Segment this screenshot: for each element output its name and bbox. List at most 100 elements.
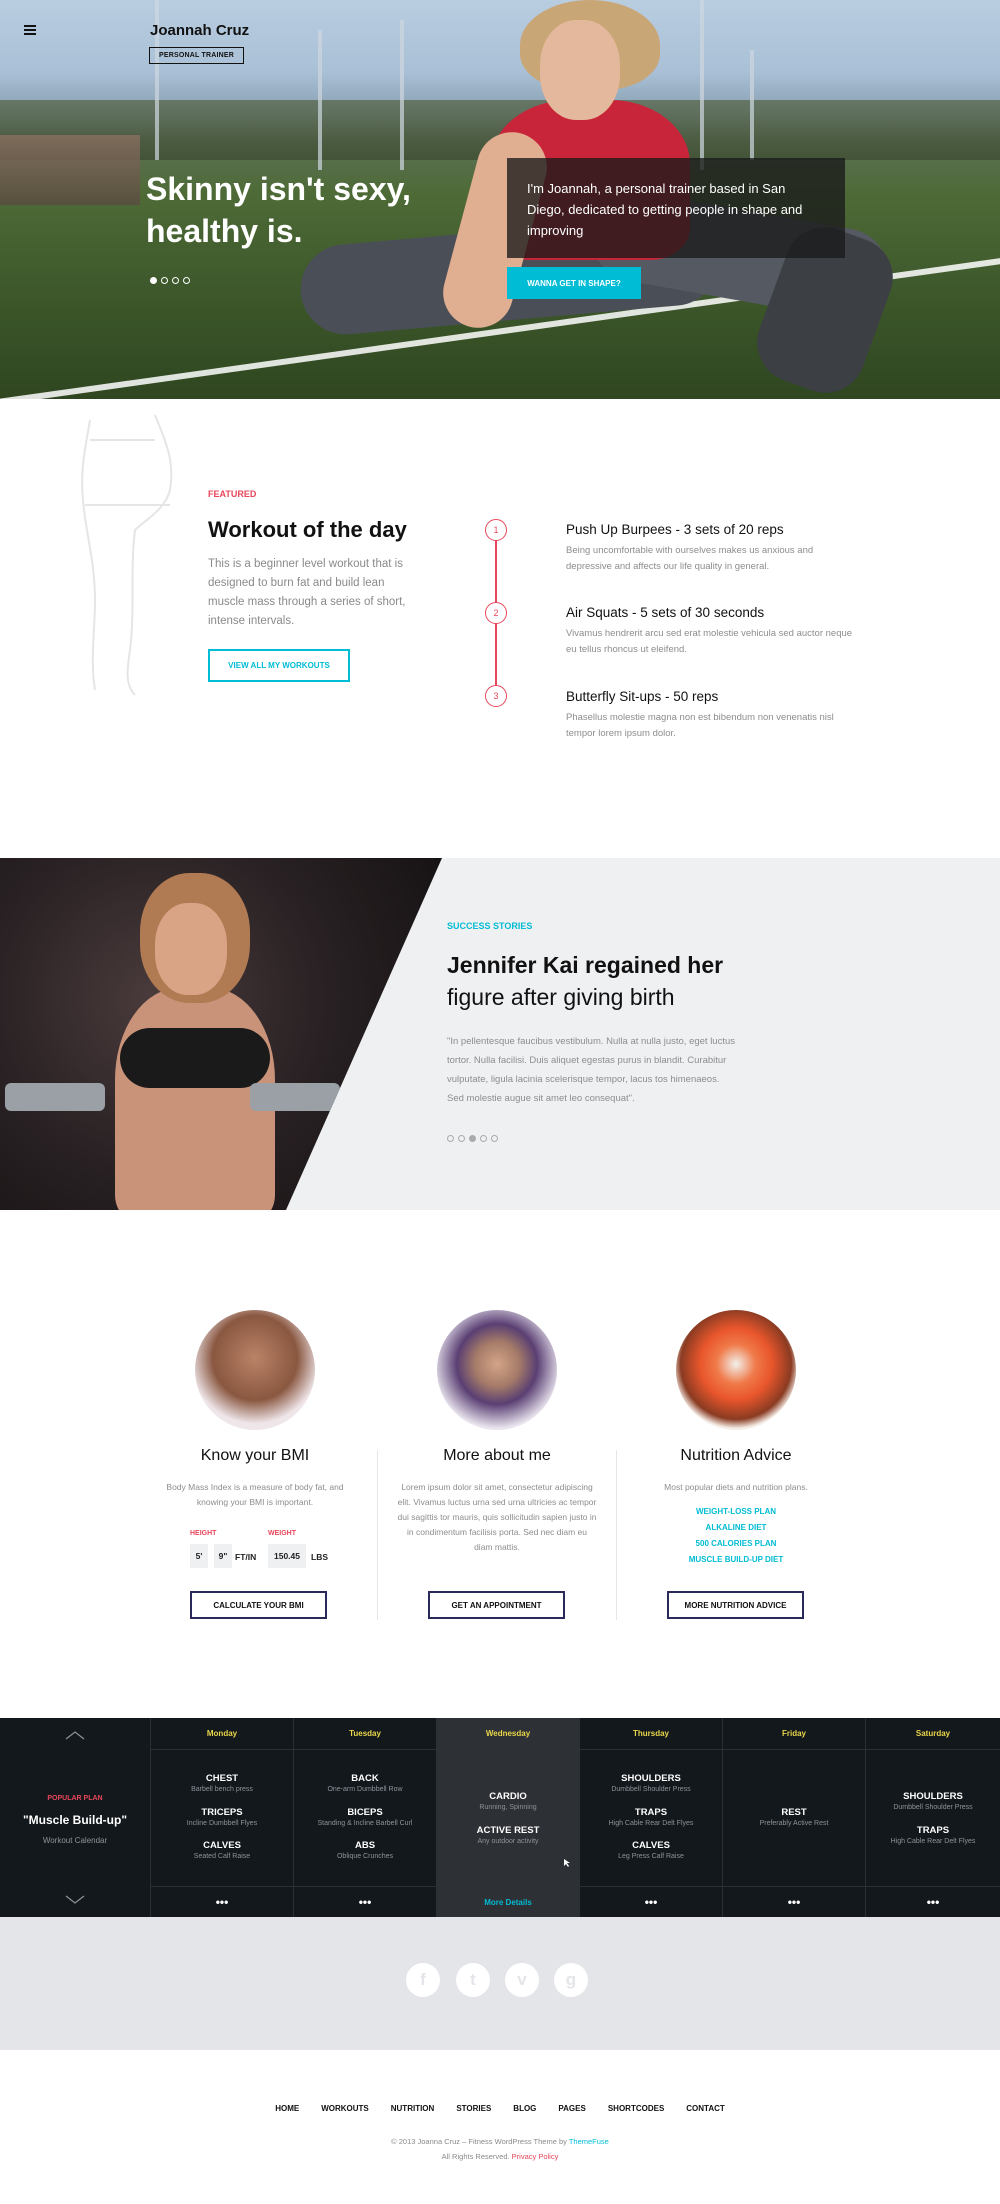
copyright-text: © 2013 Joanna Cruz – Fitness WordPress T… (391, 2137, 569, 2146)
about-avatar-image (437, 1310, 557, 1430)
height-label: HEIGHT (190, 1530, 217, 1537)
slider-dot[interactable] (480, 1135, 487, 1142)
day-name: Thursday (580, 1718, 722, 1750)
nutrition-plan-link[interactable]: ALKALINE DIET (617, 1520, 855, 1536)
slider-dot[interactable] (447, 1135, 454, 1142)
footer-nav-blog[interactable]: BLOG (513, 2104, 536, 2113)
exercise-detail: Oblique Crunches (336, 1853, 394, 1860)
nutrition-plan-list: WEIGHT-LOSS PLAN ALKALINE DIET 500 CALOR… (617, 1504, 855, 1568)
chevron-up-icon[interactable] (65, 1730, 85, 1740)
slider-dot[interactable] (183, 277, 190, 284)
chevron-down-icon[interactable] (65, 1895, 85, 1905)
workout-title: Workout of the day (208, 517, 407, 542)
plan-name: "Muscle Build-up" (22, 1813, 128, 1827)
day-more-button[interactable]: ••• (151, 1886, 293, 1917)
hero-title: Skinny isn't sexy, healthy is. (146, 171, 411, 249)
exercise-name: SHOULDERS (621, 1773, 681, 1784)
facebook-icon[interactable]: f (406, 1963, 440, 1997)
footer-nav: HOME WORKOUTS NUTRITION STORIES BLOG PAG… (0, 2104, 1000, 2113)
calendar-day-thursday: Thursday SHOULDERS Dumbbell Shoulder Pre… (579, 1718, 722, 1917)
exercise-name: ABS (354, 1840, 376, 1851)
height-inches-field[interactable]: 9" (214, 1544, 232, 1568)
story-photo (0, 858, 442, 1210)
slider-dot[interactable] (161, 277, 168, 284)
about-text: Lorem ipsum dolor sit amet, consectetur … (397, 1482, 597, 1552)
height-feet-field[interactable]: 5' (190, 1544, 208, 1568)
weight-unit: LBS (311, 1552, 328, 1562)
weight-field[interactable]: 150.45 (268, 1544, 306, 1568)
popular-plan-label: POPULAR PLAN (47, 1795, 103, 1802)
footer-nav-workouts[interactable]: WORKOUTS (321, 2104, 369, 2113)
exercise-detail: Seated Calf Raise (193, 1853, 251, 1860)
footer-nav-shortcodes[interactable]: SHORTCODES (608, 2104, 664, 2113)
step-description: Being uncomfortable with ourselves makes… (566, 545, 814, 572)
exercise-name: SHOULDERS (903, 1791, 963, 1802)
nutrition-plan-link[interactable]: MUSCLE BUILD-UP DIET (617, 1552, 855, 1568)
calendar-day-monday: Monday CHEST Barbell bench press TRICEPS… (150, 1718, 293, 1917)
hero-intro-text: I'm Joannah, a personal trainer based in… (527, 181, 803, 238)
bmi-avatar-image (195, 1310, 315, 1430)
brand-name[interactable]: Joannah Cruz (150, 22, 249, 39)
get-in-shape-button[interactable]: WANNA GET IN SHAPE? (507, 267, 641, 299)
get-appointment-button[interactable]: GET AN APPOINTMENT (428, 1591, 565, 1619)
footer-nav-nutrition[interactable]: NUTRITION (391, 2104, 435, 2113)
calculate-bmi-button[interactable]: CALCULATE YOUR BMI (190, 1591, 327, 1619)
story-quote: "In pellentesque faucibus vestibulum. Nu… (447, 1036, 736, 1104)
success-stories-label: SUCCESS STORIES (447, 921, 533, 931)
step-description: Phasellus molestie magna non est bibendu… (566, 712, 834, 739)
brand-tagline: PERSONAL TRAINER (149, 47, 245, 64)
google-icon[interactable]: g (554, 1963, 588, 1997)
slider-dot[interactable] (172, 277, 179, 284)
day-more-button[interactable]: ••• (580, 1886, 722, 1917)
height-unit: FT/IN (235, 1552, 257, 1562)
slider-dot[interactable] (491, 1135, 498, 1142)
slider-dot[interactable] (150, 277, 157, 284)
day-more-button[interactable]: ••• (723, 1886, 865, 1917)
exercise-name: CALVES (203, 1840, 241, 1851)
exercise-detail: Leg Press Calf Raise (618, 1853, 684, 1860)
footer-nav-stories[interactable]: STORIES (456, 2104, 491, 2113)
nutrition-plan-link[interactable]: WEIGHT-LOSS PLAN (617, 1504, 855, 1520)
day-more-button[interactable]: ••• (294, 1886, 436, 1917)
more-details-link[interactable]: More Details (437, 1886, 579, 1917)
footer-nav-pages[interactable]: PAGES (558, 2104, 585, 2113)
view-all-workouts-button[interactable]: VIEW ALL MY WORKOUTS (208, 649, 350, 682)
day-name: Monday (151, 1718, 293, 1750)
slider-dot[interactable] (458, 1135, 465, 1142)
calendar-day-wednesday: Wednesday CARDIO Running, Spinning ACTIV… (436, 1718, 579, 1917)
slider-dot[interactable] (469, 1135, 476, 1142)
mouse-cursor-icon (564, 1859, 570, 1867)
day-name: Tuesday (294, 1718, 436, 1750)
hamburger-menu-icon[interactable] (24, 25, 36, 35)
step-number: 2 (485, 602, 507, 624)
twitter-icon[interactable]: t (456, 1963, 490, 1997)
exercise-name: TRAPS (916, 1825, 950, 1836)
exercise-name: TRICEPS (201, 1807, 243, 1818)
exercise-detail: Dumbbell Shoulder Press (893, 1804, 973, 1811)
calendar-day-friday: Friday REST Preferably Active Rest ••• (722, 1718, 865, 1917)
day-more-button[interactable]: ••• (866, 1886, 1000, 1917)
vimeo-icon[interactable]: v (505, 1963, 539, 1997)
exercise-detail: One-arm Dumbbell Row (327, 1786, 403, 1793)
step-title: Push Up Burpees - 3 sets of 20 reps (566, 522, 784, 537)
footer-nav-contact[interactable]: CONTACT (686, 2104, 725, 2113)
weight-label: WEIGHT (268, 1530, 296, 1537)
story-title: Jennifer Kai regained her figure after g… (447, 949, 767, 1013)
privacy-policy-link[interactable]: Privacy Policy (512, 2152, 559, 2161)
themefuse-link[interactable]: ThemeFuse (569, 2137, 609, 2146)
exercise-detail: Standing & Incline Barbell Curl (317, 1820, 413, 1827)
copyright: © 2013 Joanna Cruz – Fitness WordPress T… (0, 2134, 1000, 2164)
social-section: f t v g (0, 1917, 1000, 2050)
step-title: Air Squats - 5 sets of 30 seconds (566, 605, 765, 620)
nutrition-plan-link[interactable]: 500 CALORIES PLAN (617, 1536, 855, 1552)
footer-nav-home[interactable]: HOME (275, 2104, 299, 2113)
story-slider-dots (447, 1135, 498, 1142)
bmi-column: Know your BMI Body Mass Index is a measu… (136, 1310, 374, 1510)
more-nutrition-advice-button[interactable]: MORE NUTRITION ADVICE (667, 1591, 804, 1619)
nutrition-column: Nutrition Advice Most popular diets and … (617, 1310, 855, 1568)
step-number: 3 (485, 685, 507, 707)
body-sketch-illustration (81, 414, 173, 696)
plan-subtitle: Workout Calendar (42, 1836, 108, 1845)
step-description: Vivamus hendrerit arcu sed erat molestie… (566, 628, 853, 655)
exercise-detail: High Cable Rear Delt Flyes (608, 1820, 694, 1827)
